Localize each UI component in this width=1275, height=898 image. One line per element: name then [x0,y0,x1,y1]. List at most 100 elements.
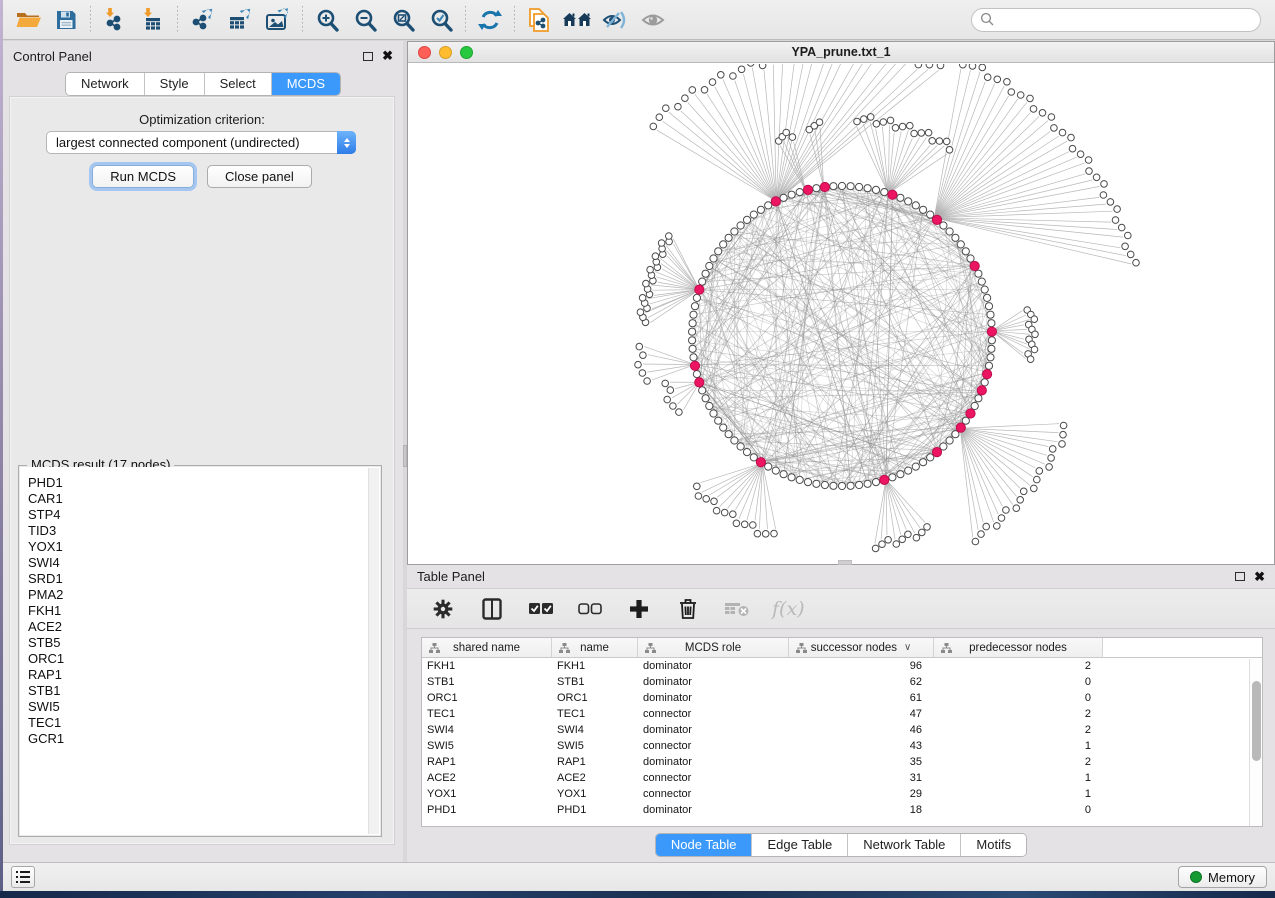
table-cell[interactable]: FKH1 [552,660,638,672]
network-node[interactable] [636,343,643,350]
close-table-panel-icon[interactable]: ✖ [1254,572,1265,582]
network-node[interactable] [796,189,803,196]
network-hub-node[interactable] [983,370,992,379]
network-hub-node[interactable] [771,197,780,206]
network-node[interactable] [789,134,796,141]
network-node[interactable] [856,481,863,488]
network-node[interactable] [762,531,769,538]
close-panel-button[interactable]: Close panel [207,165,312,188]
network-node[interactable] [731,437,738,444]
search-input[interactable] [971,8,1261,32]
network-node[interactable] [1031,485,1038,492]
table-scrollbar[interactable] [1249,659,1262,826]
network-node[interactable] [864,185,871,192]
network-node[interactable] [867,114,874,121]
clone-network-button[interactable] [520,4,558,36]
table-row[interactable]: RAP1RAP1dominator352 [422,754,1262,770]
network-node[interactable] [893,541,900,548]
table-cell[interactable]: 35 [789,756,934,768]
network-node[interactable] [920,206,927,213]
network-node[interactable] [788,191,795,198]
show-all-button[interactable] [634,4,672,36]
network-hub-node[interactable] [966,409,975,418]
network-node[interactable] [1031,316,1038,323]
network-node[interactable] [1112,217,1119,224]
table-cell[interactable]: SWI4 [422,724,552,736]
table-cell[interactable]: 0 [934,692,1103,704]
network-node[interactable] [643,280,650,287]
network-node[interactable] [1125,232,1132,239]
network-node[interactable] [985,303,992,310]
network-node[interactable] [872,479,879,486]
export-table-button[interactable] [221,4,259,36]
mcds-result-item[interactable]: ACE2 [20,619,380,635]
network-node[interactable] [952,234,959,241]
table-cell[interactable]: SWI4 [552,724,638,736]
network-hub-node[interactable] [956,423,965,432]
import-table-button[interactable] [134,4,172,36]
network-node[interactable] [962,248,969,255]
network-node[interactable] [694,483,701,490]
network-node[interactable] [929,138,936,145]
table-cell[interactable]: 29 [789,788,934,800]
network-node[interactable] [706,402,713,409]
network-node[interactable] [847,482,854,489]
network-node[interactable] [873,121,880,128]
select-all-button[interactable] [527,593,555,625]
table-row[interactable]: SWI5SWI5connector431 [422,738,1262,754]
network-node[interactable] [731,228,738,235]
table-cell[interactable]: ACE2 [552,772,638,784]
network-node[interactable] [699,387,706,394]
table-cell[interactable]: 2 [934,756,1103,768]
table-cell[interactable]: 31 [789,772,934,784]
network-node[interactable] [637,309,644,316]
network-node[interactable] [981,379,988,386]
open-file-button[interactable] [9,4,47,36]
table-cell[interactable]: 47 [789,708,934,720]
network-node[interactable] [737,222,744,229]
table-cell[interactable]: dominator [638,724,789,736]
tab-mcds[interactable]: MCDS [272,73,340,95]
column-header-shared-name[interactable]: shared name [422,638,552,657]
network-node[interactable] [998,515,1005,522]
network-node[interactable] [1093,174,1100,181]
network-node[interactable] [662,380,669,387]
network-node[interactable] [689,337,696,344]
table-cell[interactable]: 18 [789,804,934,816]
network-node[interactable] [711,498,718,505]
table-cell[interactable]: 0 [934,804,1103,816]
network-node[interactable] [718,72,725,79]
network-node[interactable] [675,103,682,110]
mcds-result-item[interactable]: SWI4 [20,555,380,571]
network-node[interactable] [693,294,700,301]
table-cell[interactable]: 1 [934,740,1103,752]
network-node[interactable] [750,522,757,529]
network-node[interactable] [994,76,1001,83]
network-node[interactable] [721,509,728,516]
network-node[interactable] [1034,476,1041,483]
network-node[interactable] [710,255,717,262]
network-node[interactable] [892,125,899,132]
network-node[interactable] [1013,505,1020,512]
network-node[interactable] [847,183,854,190]
network-node[interactable] [1077,151,1084,158]
network-node[interactable] [741,521,748,528]
network-node[interactable] [747,64,754,66]
table-cell[interactable]: connector [638,788,789,800]
table-cell[interactable]: dominator [638,756,789,768]
network-node[interactable] [804,479,811,486]
mcds-result-item[interactable]: TID3 [20,523,380,539]
table-row[interactable]: YOX1YOX1connector291 [422,786,1262,802]
network-node[interactable] [690,354,697,361]
table-cell[interactable]: 61 [789,692,934,704]
network-node[interactable] [1030,106,1037,113]
table-cell[interactable]: connector [638,708,789,720]
network-node[interactable] [689,87,696,94]
zoom-out-button[interactable] [346,4,384,36]
table-scrollbar-thumb[interactable] [1252,681,1261,761]
network-node[interactable] [699,278,706,285]
table-cell[interactable]: SWI5 [552,740,638,752]
tab-edge-table[interactable]: Edge Table [752,834,848,856]
mcds-result-item[interactable]: ORC1 [20,651,380,667]
network-node[interactable] [872,545,879,552]
